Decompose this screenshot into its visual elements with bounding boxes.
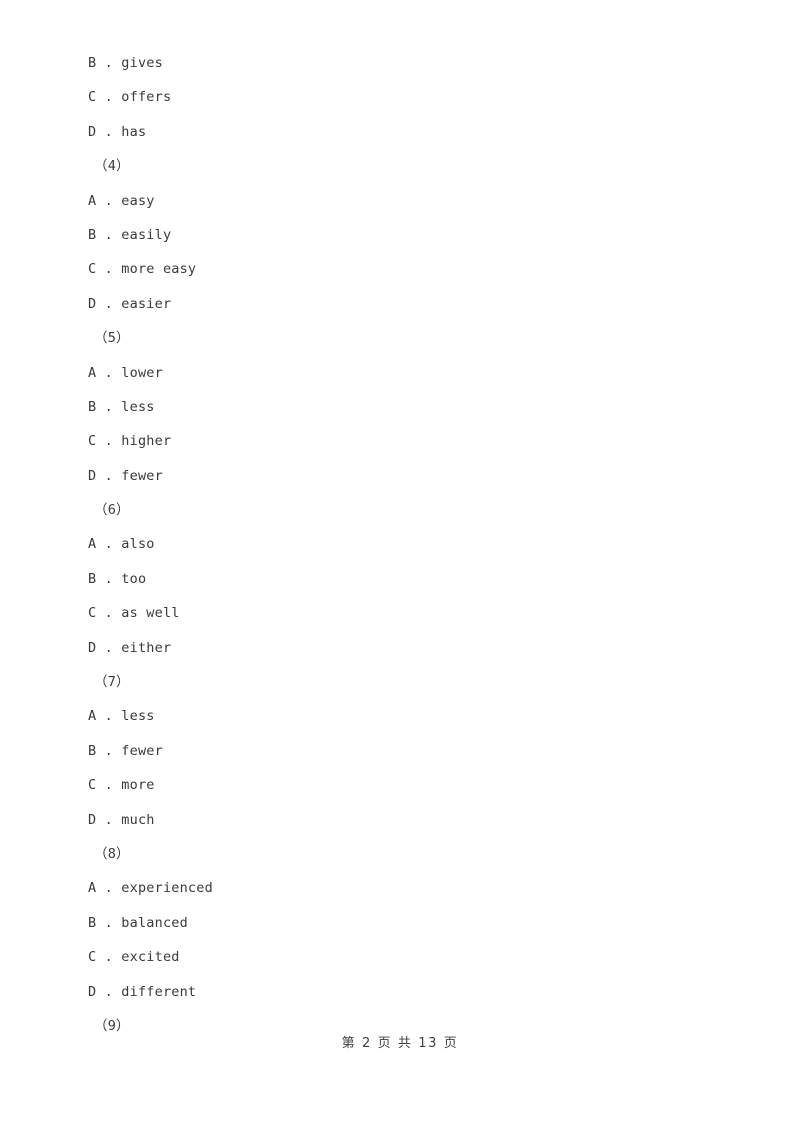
answer-option: A . less: [88, 708, 155, 725]
answer-option: D . easier: [88, 295, 172, 312]
question-number: （6）: [94, 502, 130, 519]
answer-option: B . too: [88, 570, 147, 587]
answer-option: B . easily: [88, 226, 172, 243]
question-options-list: B . gives C . offers D . has （4） A . easy B .…: [88, 46, 728, 1043]
page-footer: 第 2 页 共 13 页: [0, 1032, 800, 1051]
answer-option: D . different: [88, 983, 197, 1000]
question-number: （5）: [94, 330, 130, 347]
answer-option: C . higher: [88, 433, 172, 450]
answer-option: B . less: [88, 398, 155, 415]
answer-option: A . experienced: [88, 880, 213, 897]
question-number: （4）: [94, 158, 130, 175]
answer-option: D . either: [88, 639, 172, 656]
answer-option: D . fewer: [88, 467, 163, 484]
answer-option: C . excited: [88, 949, 180, 966]
answer-option: B . fewer: [88, 742, 163, 759]
answer-option: C . more easy: [88, 261, 197, 278]
document-page: B . gives C . offers D . has （4） A . easy B .…: [0, 0, 800, 1132]
answer-option: C . as well: [88, 605, 180, 622]
answer-option: B . balanced: [88, 914, 188, 931]
answer-option: A . also: [88, 536, 155, 553]
answer-option: D . has: [88, 123, 147, 140]
answer-option: B . gives: [88, 55, 163, 71]
answer-option: A . easy: [88, 192, 155, 209]
answer-option: C . offers: [88, 89, 172, 106]
answer-option: C . more: [88, 777, 155, 794]
question-number: （7）: [94, 674, 130, 691]
page-number-label: 第 2 页 共 13 页: [341, 1036, 459, 1051]
question-number: （8）: [94, 845, 130, 862]
answer-option: A . lower: [88, 364, 163, 381]
answer-option: D . much: [88, 811, 155, 828]
